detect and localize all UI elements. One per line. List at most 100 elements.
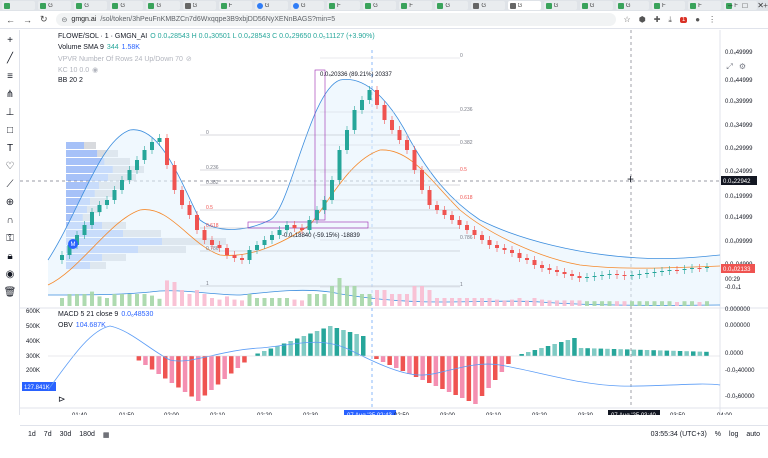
macd-hist-bar <box>407 356 412 374</box>
chart-svg[interactable]: 0.0₄49999 0.0₄44999 0.0₄39999 0.0₄34999 0.0₄… <box>20 30 768 415</box>
ruler-tool-icon[interactable]: ⟋ <box>3 178 17 192</box>
magnet-tool-icon[interactable]: ∩ <box>3 214 17 228</box>
browser-tab[interactable]: G <box>146 1 180 10</box>
browser-tab[interactable]: F <box>651 1 686 10</box>
pane-settings-icon[interactable]: ⚙ <box>739 62 746 72</box>
candle-body <box>202 230 207 240</box>
chart-area[interactable]: 0.0₄49999 0.0₄44999 0.0₄39999 0.0₄34999 0.0₄… <box>20 30 768 415</box>
macd-hist-bar <box>572 338 577 356</box>
candle-body <box>142 150 147 160</box>
timeframe-30d[interactable]: 30d <box>60 431 72 439</box>
browser-tab[interactable]: G <box>38 1 72 10</box>
extension-icon[interactable]: ⬢ <box>639 15 646 24</box>
price-tick-label: 0.0₄14999 <box>725 215 753 221</box>
menu-icon[interactable]: ⋮ <box>708 15 716 24</box>
eye-icon[interactable]: ◉ <box>92 66 98 74</box>
percent-toggle[interactable]: % <box>715 431 721 438</box>
profile-icon[interactable]: ● <box>695 15 700 24</box>
candle-body <box>337 150 342 180</box>
calendar-icon[interactable]: ▦ <box>103 431 110 439</box>
legend-macd-label[interactable]: MACD 5 21 close 9 <box>58 311 118 318</box>
zoom-tool-icon[interactable]: ⊕ <box>3 196 17 210</box>
volume-bar <box>300 300 304 306</box>
browser-tab[interactable]: G <box>507 1 541 10</box>
browser-tab[interactable]: G <box>579 1 613 10</box>
browser-tab[interactable]: F <box>326 1 361 10</box>
timeframe-180d[interactable]: 180d <box>79 431 95 439</box>
browser-tab[interactable]: G <box>290 1 324 10</box>
forward-icon[interactable]: → <box>23 15 32 25</box>
browser-tab[interactable]: F <box>688 1 722 10</box>
crosshair-tool-icon[interactable]: + <box>3 34 17 48</box>
lock-draw-tool-icon[interactable]: ⚿ <box>3 232 17 246</box>
volume-bar <box>585 301 589 306</box>
close-icon[interactable]: ✕ <box>757 1 764 10</box>
minimize-icon[interactable]: – <box>728 1 732 10</box>
candle-body <box>645 273 649 274</box>
browser-tab[interactable]: G <box>363 1 397 10</box>
lock-tool-icon[interactable]: 🔒︎ <box>3 250 17 264</box>
candle-body <box>442 210 447 215</box>
candle-body <box>592 276 597 277</box>
pitchfork-tool-icon[interactable]: ⋔ <box>3 88 17 102</box>
tab-favicon-icon <box>617 2 624 9</box>
candle-body <box>412 150 417 170</box>
rectangle-tool-icon[interactable]: □ <box>3 124 17 138</box>
volume-bar <box>202 294 207 306</box>
trash-tool-icon[interactable]: 🗑︎ <box>3 286 17 300</box>
puzzle-icon[interactable]: ✚ <box>654 15 661 24</box>
star-icon[interactable]: ☆ <box>624 15 631 24</box>
browser-tab[interactable]: F <box>218 1 252 10</box>
download-icon[interactable]: ⤓ <box>668 15 672 25</box>
eye-off-icon[interactable]: ⊘ <box>186 55 192 63</box>
browser-tab[interactable]: F <box>399 1 433 10</box>
volume-bar <box>517 298 522 306</box>
legend-bb-label[interactable]: BB 20 2 <box>58 77 83 84</box>
macd-hist-bar <box>664 350 670 356</box>
browser-tab[interactable]: G <box>182 1 216 10</box>
heart-tool-icon[interactable]: ♡ <box>3 160 17 174</box>
notification-badge[interactable]: 1 <box>679 16 688 23</box>
macd-hist-bar <box>598 348 604 356</box>
eye-tool-icon[interactable]: ◉ <box>3 268 17 282</box>
log-toggle[interactable]: log <box>729 431 738 438</box>
macd-hist-bar <box>526 352 531 356</box>
browser-tab[interactable]: G <box>471 1 505 10</box>
maximize-icon[interactable]: □ <box>742 1 747 10</box>
browser-tab[interactable]: G <box>110 1 144 10</box>
auto-toggle[interactable]: auto <box>746 431 760 438</box>
candle-body <box>510 250 514 253</box>
legend-macd-val: 0.0₆48530 <box>121 311 154 318</box>
url-field[interactable]: ⊝ gmgn.ai/sol/token/3hPeuFnKMBZCn7d6Wxqq… <box>55 13 616 26</box>
legend-symbol[interactable]: FLOWE/SOL · 1 · GMGN_AI <box>58 33 147 40</box>
candle-body <box>622 275 627 276</box>
browser-tab[interactable]: G <box>615 1 649 10</box>
candle-body <box>465 225 469 230</box>
timeframe-1d[interactable]: 1d <box>28 431 36 439</box>
tab-label: G <box>156 2 162 9</box>
maximize-pane-icon[interactable]: ⤢ <box>726 62 732 72</box>
browser-tab[interactable]: G <box>543 1 577 10</box>
browser-tab[interactable]: G <box>74 1 108 10</box>
back-icon[interactable]: ← <box>6 15 15 25</box>
macd-hist-bar <box>235 356 241 368</box>
horizontal-lines-tool-icon[interactable]: ≡ <box>3 70 17 84</box>
reload-icon[interactable]: ↻ <box>40 14 48 25</box>
text-tool-icon[interactable]: T <box>3 142 17 156</box>
macd-hist-bar <box>215 356 221 385</box>
browser-tab[interactable]: G <box>435 1 469 10</box>
trendline-tool-icon[interactable]: ╱ <box>3 52 17 66</box>
candle-body <box>150 142 154 150</box>
fib-tool-icon[interactable]: ⊥ <box>3 106 17 120</box>
volume-bar <box>127 294 132 306</box>
legend-obv-label[interactable]: OBV <box>58 322 73 329</box>
browser-tab[interactable] <box>2 1 36 10</box>
legend-volume-label[interactable]: Volume SMA 9 <box>58 44 104 51</box>
timeframe-7d[interactable]: 7d <box>44 431 52 439</box>
legend-kc-label[interactable]: KC 10 0.0 <box>58 67 89 74</box>
legend-vpvr-label[interactable]: VPVR Number Of Rows 24 Up/Down 70 <box>58 56 183 63</box>
macd-hist-bar <box>625 349 630 356</box>
candle-body <box>472 230 477 235</box>
browser-tab[interactable]: G <box>254 1 288 10</box>
site-info-icon[interactable]: ⊝ <box>62 16 68 24</box>
